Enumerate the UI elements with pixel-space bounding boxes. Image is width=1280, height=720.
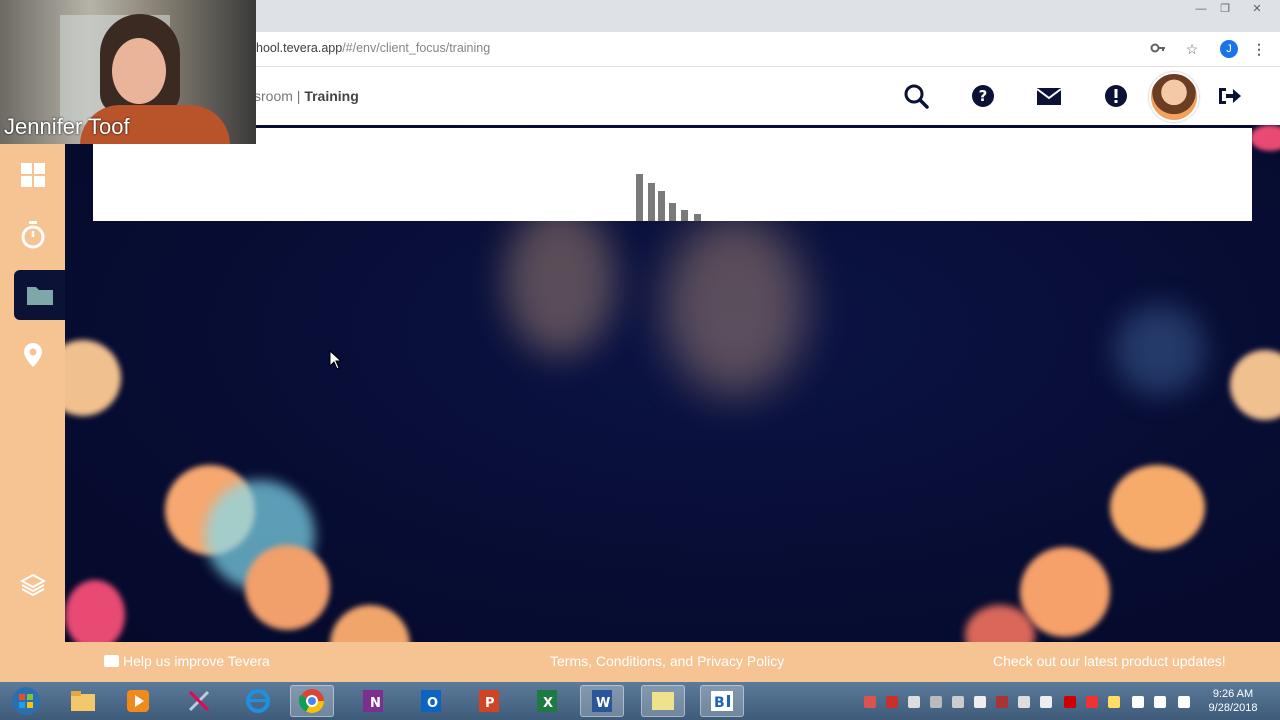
feedback-link[interactable]: Help us improve Tevera bbox=[104, 653, 270, 669]
excel-icon: X bbox=[537, 690, 557, 712]
start-button[interactable] bbox=[4, 685, 48, 717]
alert-icon[interactable] bbox=[1101, 81, 1131, 111]
tray-app-icon[interactable] bbox=[864, 696, 876, 708]
svg-text:B: B bbox=[714, 695, 725, 711]
powerpoint-icon: P bbox=[479, 690, 499, 712]
restore-button[interactable]: ❐ bbox=[1214, 2, 1236, 16]
product-updates-link[interactable]: Check out our latest product updates! bbox=[993, 653, 1226, 669]
logout-icon[interactable] bbox=[1214, 81, 1244, 111]
onenote-icon: N bbox=[363, 690, 383, 712]
terms-link[interactable]: Terms, Conditions, and Privacy Policy bbox=[550, 653, 784, 669]
tray-app-icon[interactable] bbox=[1040, 696, 1052, 708]
system-clock[interactable]: 9:26 AM 9/28/2018 bbox=[1198, 687, 1268, 715]
stopwatch-icon bbox=[21, 221, 44, 249]
breadcrumb-current: Training bbox=[304, 88, 359, 104]
sidebar-item-layers[interactable] bbox=[0, 560, 65, 610]
kebab-menu-icon[interactable]: ⋮ bbox=[1252, 40, 1266, 58]
tray-app-icon[interactable] bbox=[1086, 696, 1098, 708]
outlook-icon: O bbox=[421, 690, 441, 712]
breadcrumb-separator: | bbox=[292, 88, 305, 104]
taskbar-word[interactable]: W bbox=[580, 685, 624, 717]
minimize-button[interactable]: — bbox=[1190, 2, 1212, 16]
clock-time: 9:26 AM bbox=[1212, 688, 1254, 700]
windows-taskbar: N O P X W B 9:26 AM 9/28/2018 bbox=[0, 682, 1280, 720]
taskbar-excel[interactable]: X bbox=[525, 685, 569, 717]
webcam-name-label: Jennifer Toof bbox=[4, 114, 130, 139]
taskbar-snipping-tool[interactable] bbox=[177, 685, 221, 717]
taskbar-internet-explorer[interactable] bbox=[236, 685, 280, 717]
volume-icon[interactable] bbox=[1154, 696, 1166, 708]
svg-text:X: X bbox=[543, 696, 553, 711]
svg-text:?: ? bbox=[979, 87, 988, 105]
action-center-icon[interactable] bbox=[1178, 696, 1190, 708]
svg-text:O: O bbox=[427, 696, 438, 711]
blackboard-icon: B bbox=[711, 691, 733, 711]
network-icon[interactable] bbox=[1132, 696, 1144, 708]
feedback-label: Help us improve Tevera bbox=[123, 653, 270, 669]
search-icon[interactable] bbox=[901, 81, 931, 111]
tray-app-icon[interactable] bbox=[1064, 696, 1076, 708]
tray-app-icon[interactable] bbox=[886, 696, 898, 708]
mail-icon[interactable] bbox=[1034, 81, 1064, 111]
chrome-icon bbox=[298, 689, 324, 714]
breadcrumb-parent[interactable]: sroom bbox=[254, 88, 293, 104]
internet-explorer-icon bbox=[246, 689, 270, 713]
footer: Help us improve Tevera Terms, Conditions… bbox=[0, 642, 1280, 682]
word-icon: W bbox=[592, 690, 612, 712]
sticky-notes-icon bbox=[652, 692, 674, 710]
folder-icon bbox=[26, 287, 53, 305]
taskbar-sticky-notes[interactable] bbox=[641, 685, 685, 717]
svg-text:W: W bbox=[596, 696, 610, 711]
profile-avatar-icon[interactable]: J bbox=[1220, 40, 1238, 58]
taskbar-outlook[interactable]: O bbox=[409, 685, 453, 717]
loading-panel bbox=[93, 128, 1252, 221]
taskbar-media-player[interactable] bbox=[116, 685, 160, 717]
taskbar-file-explorer[interactable] bbox=[61, 685, 105, 717]
dashboard-grid-icon bbox=[20, 163, 45, 187]
sidebar-item-dashboard[interactable] bbox=[0, 150, 65, 200]
url-text[interactable]: hool.tevera.app/#/env/client_focus/train… bbox=[256, 41, 490, 55]
tray-app-icon[interactable] bbox=[974, 696, 986, 708]
media-player-icon bbox=[127, 690, 149, 712]
mouse-cursor-icon bbox=[329, 350, 343, 370]
sidebar bbox=[0, 144, 65, 642]
scissors-icon bbox=[188, 690, 210, 712]
layers-icon bbox=[19, 573, 46, 597]
tray-app-icon[interactable] bbox=[952, 696, 964, 708]
user-avatar[interactable] bbox=[1149, 72, 1199, 122]
windows-logo-icon bbox=[12, 687, 40, 715]
clock-date: 9/28/2018 bbox=[1208, 702, 1258, 714]
taskbar-chrome[interactable] bbox=[290, 685, 334, 717]
webcam-overlay: Jennifer Toof bbox=[0, 0, 256, 144]
tray-app-icon[interactable] bbox=[930, 696, 942, 708]
url-path: /#/env/client_focus/training bbox=[342, 41, 491, 55]
loading-spinner-icon bbox=[636, 174, 708, 221]
folder-icon bbox=[71, 691, 95, 711]
chat-bubble-icon bbox=[104, 655, 119, 667]
svg-text:N: N bbox=[370, 696, 381, 711]
tray-app-icon[interactable] bbox=[1018, 696, 1030, 708]
presenter-face bbox=[112, 38, 166, 104]
close-window-button[interactable]: ✕ bbox=[1246, 2, 1268, 16]
taskbar-onenote[interactable]: N bbox=[351, 685, 395, 717]
svg-text:P: P bbox=[485, 696, 495, 711]
taskbar-powerpoint[interactable]: P bbox=[467, 685, 511, 717]
bookmark-star-icon[interactable]: ☆ bbox=[1183, 40, 1201, 58]
sidebar-item-location[interactable] bbox=[0, 330, 65, 380]
taskbar-blackboard[interactable]: B bbox=[700, 685, 744, 717]
url-host: hool.tevera.app bbox=[256, 41, 343, 55]
sidebar-item-timer[interactable] bbox=[0, 210, 65, 260]
breadcrumb: sroom | Training bbox=[254, 88, 359, 104]
help-icon[interactable]: ? bbox=[968, 81, 998, 111]
sidebar-item-files[interactable] bbox=[14, 270, 65, 320]
map-pin-icon bbox=[23, 343, 42, 367]
key-icon[interactable] bbox=[1150, 40, 1166, 58]
tray-app-icon[interactable] bbox=[908, 696, 920, 708]
tray-app-icon[interactable] bbox=[1108, 696, 1120, 708]
tray-app-icon[interactable] bbox=[996, 696, 1008, 708]
